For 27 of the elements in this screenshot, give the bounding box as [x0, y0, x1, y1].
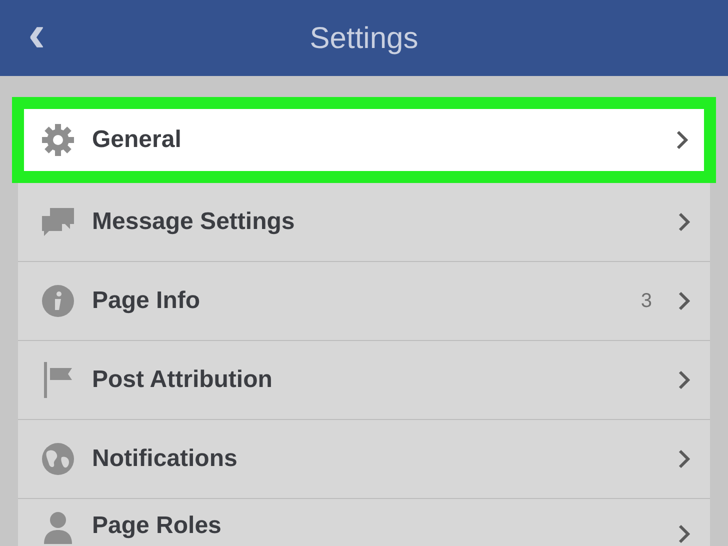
header-title: Settings	[310, 20, 418, 56]
settings-row[interactable]: General	[12, 97, 716, 183]
chevron-icon	[678, 212, 690, 232]
chevron-icon	[676, 130, 688, 150]
row-label: General	[92, 125, 182, 155]
person-icon	[42, 510, 74, 544]
chevron-icon	[678, 524, 690, 544]
back-button[interactable]: ‹	[28, 12, 46, 56]
settings-row[interactable]: Page Roles	[18, 499, 710, 546]
count-label: 3	[640, 289, 652, 314]
row-label: Message Settings	[92, 207, 296, 237]
row-label: Post Attribution	[92, 365, 274, 395]
chevron-icon	[678, 291, 690, 311]
settings-row[interactable]: Post Attribution	[18, 341, 710, 420]
chevron-icon	[678, 449, 690, 469]
flag-icon	[42, 362, 74, 398]
settings-row[interactable]: Message Settings	[18, 183, 710, 262]
row-label: Notifications	[92, 444, 238, 474]
globe-icon	[42, 443, 74, 475]
chat-bubbles-icon	[40, 206, 76, 238]
row-label: Page Roles	[92, 511, 222, 541]
row-label: Page Info	[92, 286, 202, 316]
settings-row[interactable]: Notifications	[18, 420, 710, 499]
settings-row[interactable]: Page Info 3	[18, 262, 710, 341]
gear-icon	[41, 123, 75, 157]
chevron-icon	[678, 370, 690, 390]
info-icon	[42, 285, 74, 317]
